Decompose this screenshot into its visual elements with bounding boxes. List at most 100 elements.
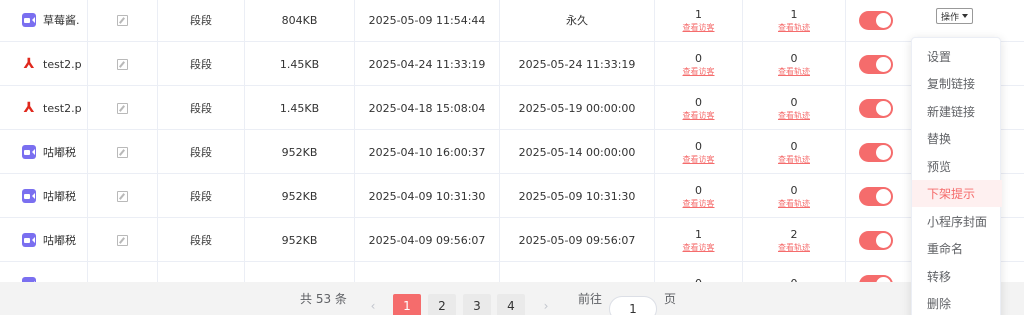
edit-icon[interactable] [117, 14, 128, 26]
page-button-4[interactable]: 4 [497, 294, 525, 315]
visitors-cell: 0 查看访客 [655, 42, 743, 86]
created-cell: 2025-04-09 10:31:30 [355, 174, 500, 218]
file-type: 段段 [190, 102, 212, 115]
operation-cell: 操作 [906, 0, 1024, 42]
expire-time: 永久 [566, 14, 588, 27]
visitors-cell: 0 查看访客 [655, 174, 743, 218]
file-name[interactable]: 草莓酱. [43, 12, 80, 28]
operation-button[interactable]: 操作 [936, 8, 974, 24]
edit-cell [88, 0, 158, 42]
menu-item[interactable]: 小程序封面 [912, 208, 1002, 235]
table-row: ⅄ test2.p 段段 1.45KB 2025-04-24 11:33:19 … [0, 42, 1024, 86]
visitor-count: 0 [695, 51, 702, 65]
view-track-link[interactable]: 查看轨迹 [778, 22, 810, 33]
menu-item[interactable]: 删除 [912, 290, 1002, 315]
enable-toggle[interactable] [859, 54, 893, 74]
menu-item[interactable]: 重命名 [912, 235, 1002, 262]
file-name-cell: ⅄ test2.p [0, 42, 88, 86]
table-row: 咕嘟税 段段 952KB 2025-04-09 09:56:07 2025-05… [0, 218, 1024, 262]
expire-cell: 2025-05-24 11:33:19 [500, 42, 655, 86]
file-name[interactable]: test2.p [43, 102, 82, 115]
visitors-cell: 1 查看访客 [655, 218, 743, 262]
pdf-file-icon: ⅄ [23, 56, 35, 72]
track-count: 2 [790, 227, 798, 241]
track-cell: 0 查看轨迹 [743, 42, 846, 86]
video-file-icon [22, 13, 36, 27]
view-visitors-link[interactable]: 查看访客 [683, 22, 715, 33]
table-row: 草莓酱. 段段 804KB 2025-05-09 11:54:44 永久 1 查… [0, 0, 1024, 42]
view-visitors-link[interactable]: 查看访客 [683, 66, 715, 77]
goto-unit-label: 页 [664, 292, 677, 306]
page-button-1[interactable]: 1 [393, 294, 421, 315]
enable-toggle[interactable] [859, 10, 893, 30]
menu-item[interactable]: 复制链接 [912, 70, 1002, 97]
file-name[interactable]: test2.p [43, 58, 82, 71]
track-count: 1 [790, 7, 798, 21]
toggle-cell [846, 0, 906, 42]
pagination-bar: 共 53 条 ‹ 1 2 3 4 › 前往 1 页 [0, 282, 1024, 315]
created-time: 2025-04-09 09:56:07 [368, 233, 486, 247]
edit-icon[interactable] [117, 58, 128, 70]
view-track-link[interactable]: 查看轨迹 [778, 110, 810, 121]
size-cell: 952KB [245, 130, 355, 174]
enable-toggle[interactable] [859, 142, 893, 162]
operation-dropdown-menu: 设置 复制链接 新建链接 替换 预览 下架提示 小程序封面 重命名 转移 删除 [911, 37, 1002, 315]
type-cell: 段段 [158, 0, 245, 42]
type-cell: 段段 [158, 42, 245, 86]
menu-item[interactable]: 设置 [912, 43, 1002, 70]
file-name[interactable]: 咕嘟税 [43, 188, 76, 204]
created-cell: 2025-04-10 16:00:37 [355, 130, 500, 174]
edit-icon[interactable] [117, 102, 128, 114]
file-type: 段段 [190, 14, 212, 27]
view-visitors-link[interactable]: 查看访客 [683, 110, 715, 121]
file-name[interactable]: 咕嘟税 [43, 232, 76, 248]
menu-item[interactable]: 转移 [912, 263, 1002, 290]
view-visitors-link[interactable]: 查看访客 [683, 154, 715, 165]
pagination-total: 共 53 条 [300, 292, 347, 306]
track-count: 0 [790, 95, 798, 109]
menu-item[interactable]: 新建链接 [912, 98, 1002, 125]
track-cell: 2 查看轨迹 [743, 218, 846, 262]
edit-icon[interactable] [117, 234, 128, 246]
file-name-cell: ⅄ test2.p [0, 86, 88, 130]
menu-item[interactable]: 替换 [912, 125, 1002, 152]
video-file-icon [22, 189, 36, 203]
visitors-cell: 1 查看访客 [655, 0, 743, 42]
page-button-3[interactable]: 3 [463, 294, 491, 315]
edit-cell [88, 218, 158, 262]
view-visitors-link[interactable]: 查看访客 [683, 198, 715, 209]
goto-page-input[interactable]: 1 [609, 296, 657, 315]
view-visitors-link[interactable]: 查看访客 [683, 242, 715, 253]
file-size: 952KB [281, 189, 318, 203]
size-cell: 1.45KB [245, 42, 355, 86]
edit-cell [88, 42, 158, 86]
enable-toggle[interactable] [859, 186, 893, 206]
track-cell: 0 查看轨迹 [743, 86, 846, 130]
prev-page-button[interactable]: ‹ [359, 294, 387, 315]
file-name[interactable]: 咕嘟税 [43, 144, 76, 160]
video-file-icon [22, 145, 36, 159]
menu-item[interactable]: 预览 [912, 153, 1002, 180]
page-button-2[interactable]: 2 [428, 294, 456, 315]
view-track-link[interactable]: 查看轨迹 [778, 242, 810, 253]
track-cell: 0 查看轨迹 [743, 174, 846, 218]
enable-toggle[interactable] [859, 98, 893, 118]
expire-cell: 2025-05-14 00:00:00 [500, 130, 655, 174]
enable-toggle[interactable] [859, 230, 893, 250]
file-type: 段段 [190, 190, 212, 203]
file-size: 1.45KB [279, 101, 320, 115]
edit-icon[interactable] [117, 190, 128, 202]
track-cell: 0 查看轨迹 [743, 130, 846, 174]
menu-item[interactable]: 下架提示 [912, 180, 1002, 207]
file-type: 段段 [190, 146, 212, 159]
view-track-link[interactable]: 查看轨迹 [778, 198, 810, 209]
next-page-button[interactable]: › [532, 294, 560, 315]
expire-time: 2025-05-19 00:00:00 [518, 101, 636, 115]
visitors-cell: 0 查看访客 [655, 130, 743, 174]
view-track-link[interactable]: 查看轨迹 [778, 154, 810, 165]
edit-icon[interactable] [117, 146, 128, 158]
view-track-link[interactable]: 查看轨迹 [778, 66, 810, 77]
expire-cell: 2025-05-09 10:31:30 [500, 174, 655, 218]
edit-cell [88, 130, 158, 174]
size-cell: 1.45KB [245, 86, 355, 130]
